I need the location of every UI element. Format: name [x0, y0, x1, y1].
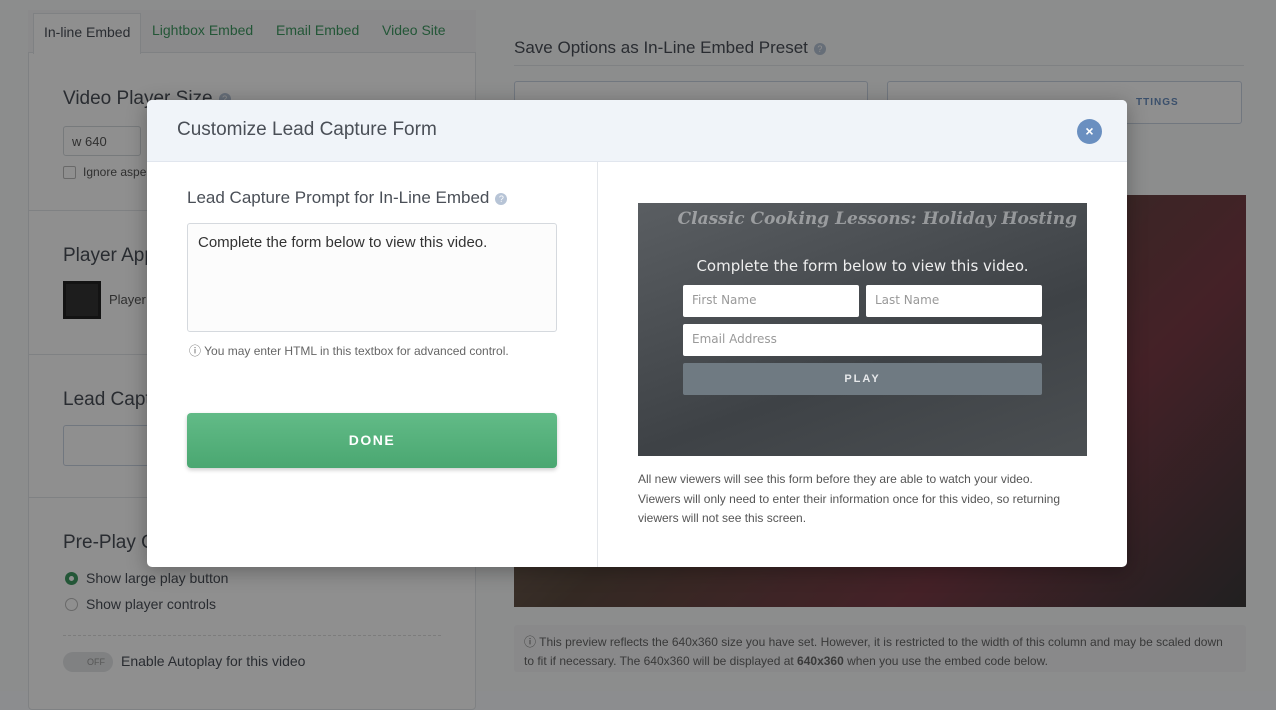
- last-name-field[interactable]: Last Name: [866, 285, 1042, 317]
- divider: [514, 65, 1244, 66]
- radio-player-controls-label: Show player controls: [86, 596, 216, 612]
- preplay-title: Pre-Play O: [63, 532, 156, 553]
- email-field[interactable]: Email Address: [683, 324, 1042, 356]
- prompt-label: Lead Capture Prompt for In-Line Embed?: [187, 188, 508, 208]
- divider: [63, 635, 441, 636]
- lead-form-preview: Classic Cooking Lessons: Holiday Hosting…: [638, 203, 1087, 456]
- tab-inline-embed[interactable]: In-line Embed: [33, 13, 142, 54]
- tab-video-site[interactable]: Video Site: [382, 22, 446, 38]
- prompt-textarea[interactable]: Complete the form below to view this vid…: [187, 223, 557, 332]
- embed-tabs: In-line Embed Lightbox Embed Email Embed…: [28, 10, 476, 54]
- ignore-aspect-checkbox[interactable]: [63, 166, 76, 179]
- form-description: All new viewers will see this form befor…: [638, 472, 1060, 525]
- tab-email-embed[interactable]: Email Embed: [276, 22, 359, 38]
- tab-lightbox-embed[interactable]: Lightbox Embed: [152, 22, 253, 38]
- play-button[interactable]: PLAY: [683, 363, 1042, 395]
- help-icon[interactable]: ?: [813, 42, 826, 55]
- width-input[interactable]: w 640: [63, 126, 141, 156]
- autoplay-label: Enable Autoplay for this video: [121, 653, 306, 669]
- modal-header: Customize Lead Capture Form ×: [147, 100, 1127, 162]
- first-name-field[interactable]: First Name: [683, 285, 859, 317]
- html-hint: ⓘ You may enter HTML in this textbox for…: [189, 344, 509, 358]
- lead-capture-modal: Customize Lead Capture Form × Lead Captu…: [147, 100, 1127, 567]
- video-title-art: Classic Cooking Lessons: Holiday Hosting: [677, 209, 1077, 229]
- divider: [597, 162, 598, 567]
- preview-note: ⓘ This preview reflects the 640x360 size…: [514, 625, 1246, 672]
- done-button[interactable]: DONE: [187, 413, 557, 468]
- radio-large-play[interactable]: [65, 572, 78, 585]
- close-icon[interactable]: ×: [1077, 119, 1102, 144]
- help-icon[interactable]: ?: [495, 192, 508, 205]
- preview-prompt: Complete the form below to view this vid…: [696, 257, 1029, 275]
- preset-title: Save Options as In-Line Embed Preset?: [514, 38, 826, 58]
- radio-player-controls[interactable]: [65, 598, 78, 611]
- ignore-aspect-label: Ignore aspe: [83, 165, 147, 179]
- player-appearance-title: Player App: [63, 245, 155, 266]
- modal-title: Customize Lead Capture Form: [177, 119, 437, 140]
- player-color-label: Player: [109, 292, 146, 307]
- radio-large-play-label: Show large play button: [86, 570, 229, 586]
- autoplay-toggle[interactable]: OFF: [63, 652, 113, 672]
- player-color-swatch[interactable]: [63, 281, 101, 319]
